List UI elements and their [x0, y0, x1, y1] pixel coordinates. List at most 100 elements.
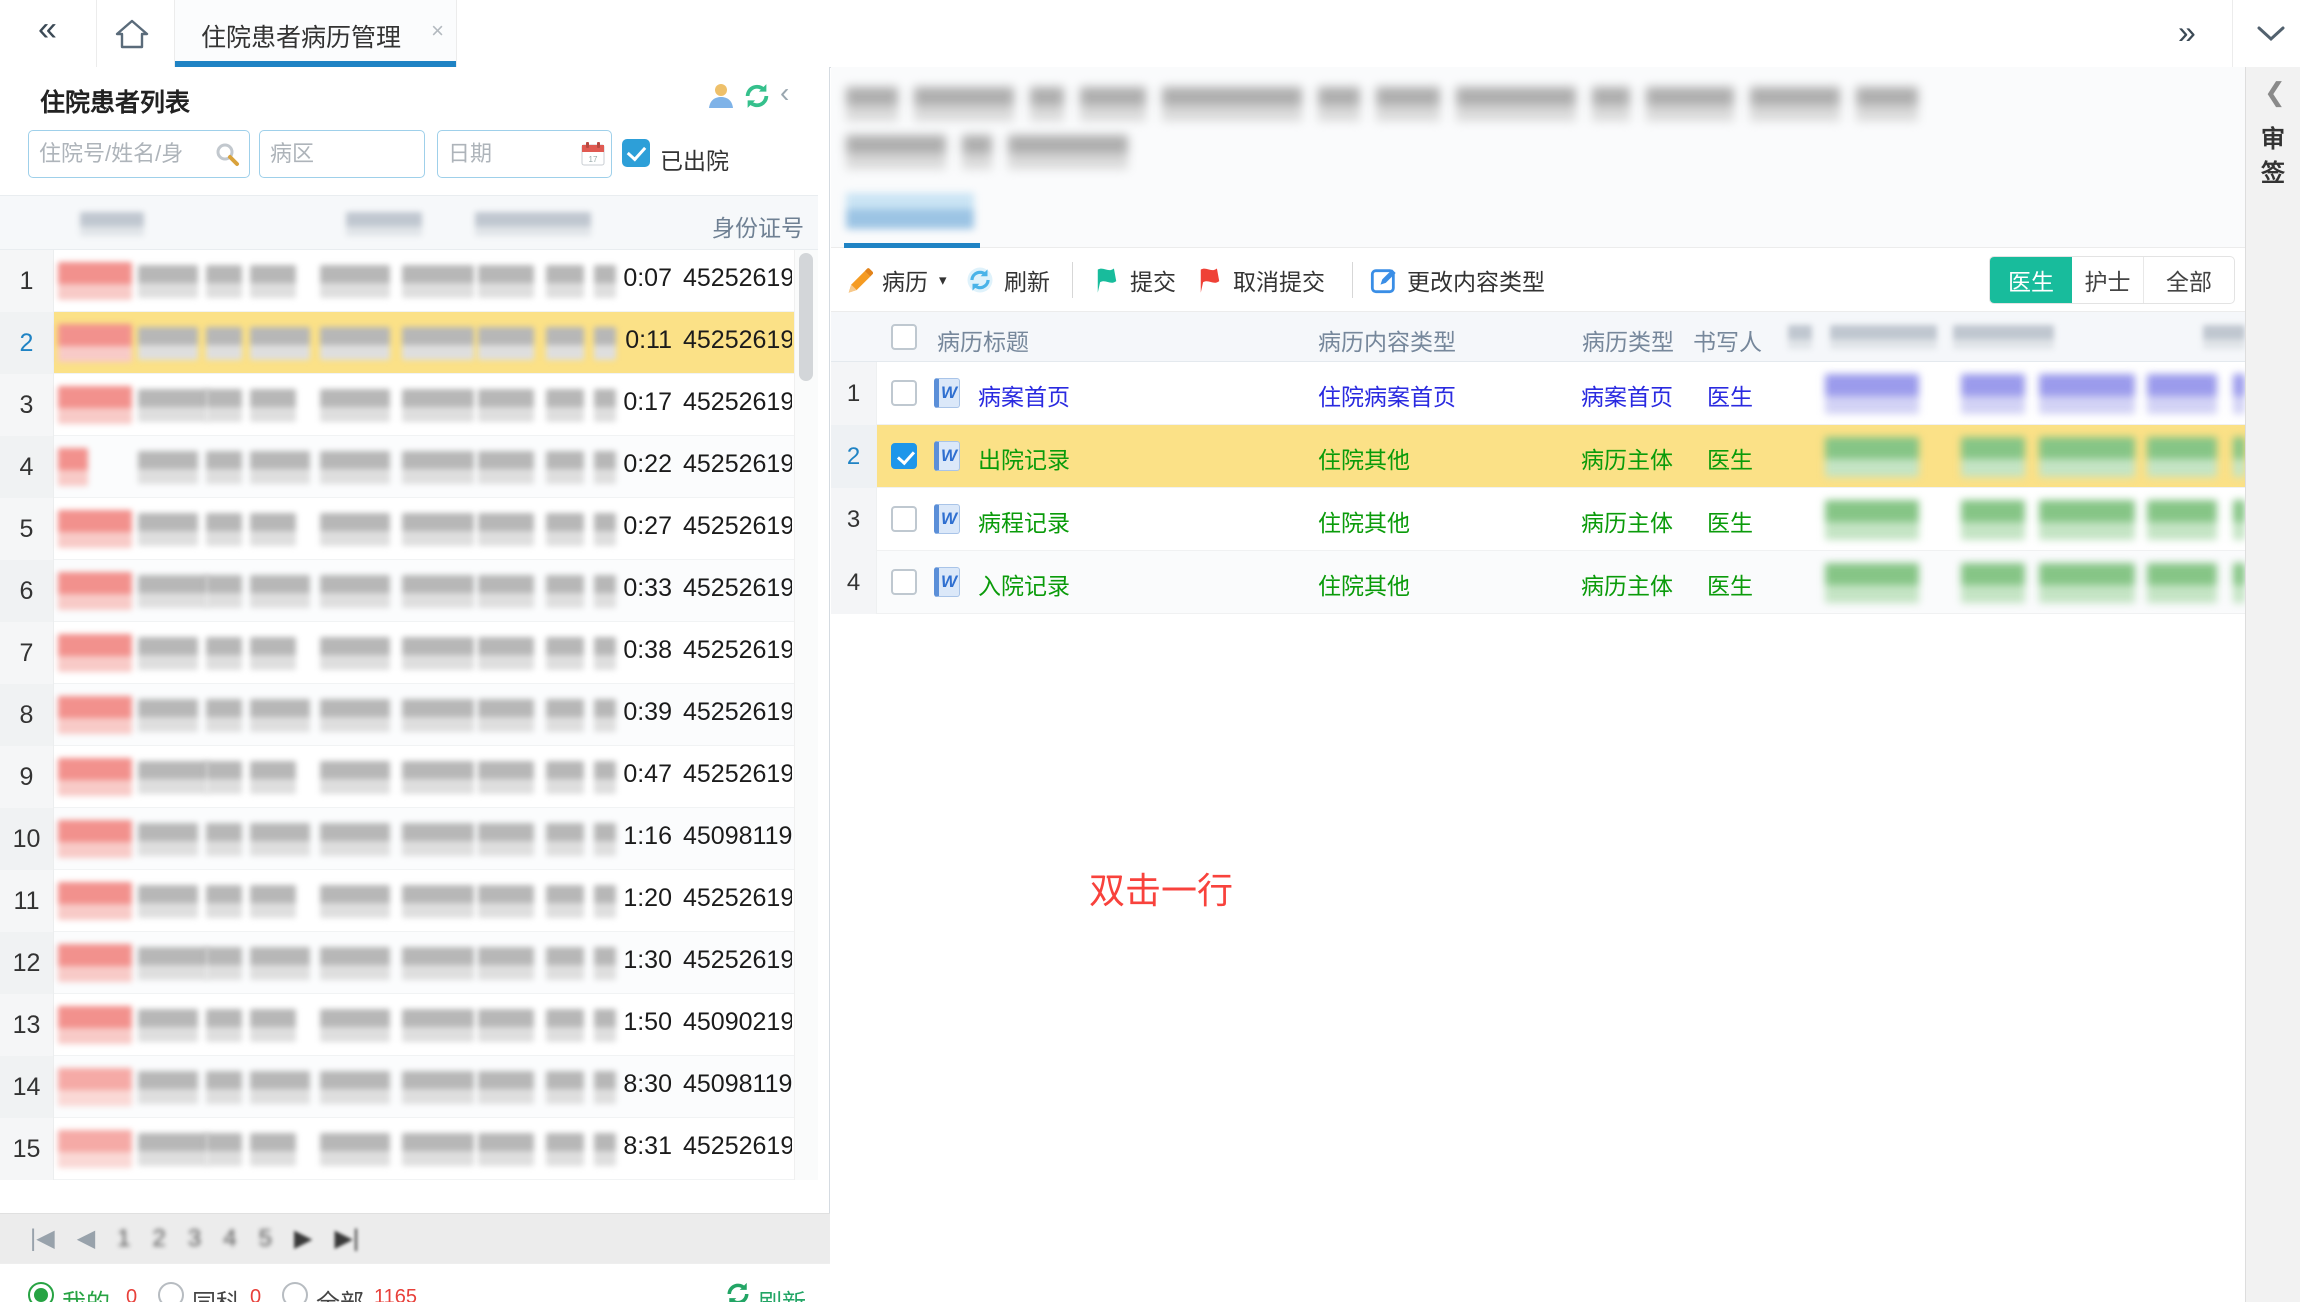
patient-row[interactable]: 4 0:22 45252619	[0, 436, 818, 498]
divider	[2232, 0, 2233, 67]
record-title-link[interactable]: 入院记录	[978, 567, 1070, 601]
more-tabs-icon[interactable]: »	[2178, 14, 2196, 51]
patient-row[interactable]: 7 0:38 45252619	[0, 622, 818, 684]
record-row[interactable]: 4 W 入院记录 住院其他 病历主体 医生	[831, 551, 2245, 614]
prev-page-icon[interactable]: ◀	[77, 1224, 95, 1253]
cancel-submit-button[interactable]: 取消提交	[1196, 248, 1325, 312]
patient-row[interactable]: 3 0:17 45252619	[0, 374, 818, 436]
record-title-link[interactable]: 出院记录	[978, 441, 1070, 475]
patient-data-redacted	[138, 823, 198, 856]
search-icon[interactable]	[214, 141, 240, 167]
record-row[interactable]: 2 W 出院记录 住院其他 病历主体 医生	[831, 425, 2245, 488]
refresh-label[interactable]: 刷新	[758, 1283, 806, 1302]
collapse-tabs-icon[interactable]: «	[38, 10, 57, 49]
patient-name-redacted	[58, 758, 132, 796]
record-dropdown-label: 病历	[882, 263, 928, 297]
user-icon[interactable]	[707, 81, 735, 109]
drawer-label-char: 审	[2261, 119, 2285, 154]
scrollbar-thumb[interactable]	[799, 253, 813, 381]
annotation-double-click-row: 双击一行	[1089, 862, 1233, 914]
filter-nurse-button[interactable]: 护士	[2072, 257, 2144, 303]
select-all-checkbox[interactable]	[891, 324, 917, 350]
patient-row[interactable]: 14 8:30 45098119	[0, 1056, 818, 1118]
patient-data-redacted	[206, 1071, 242, 1104]
expand-left-icon[interactable]: ❮	[2264, 77, 2286, 108]
filter-doctor-button[interactable]: 医生	[1990, 257, 2072, 303]
row-checkbox[interactable]	[891, 380, 917, 406]
last-page-icon[interactable]: ▶|	[334, 1224, 359, 1253]
id-number: 45252619	[683, 450, 792, 479]
radio-mine-label[interactable]: 我的	[62, 1283, 110, 1302]
row-number: 11	[0, 870, 54, 932]
patient-row[interactable]: 15 8:31 45252619	[0, 1118, 818, 1180]
discharge-time: 0:39	[600, 698, 672, 727]
discharge-date-redacted	[546, 1009, 584, 1042]
refresh-icon[interactable]	[724, 1280, 752, 1302]
id-number: 45252619	[683, 326, 792, 355]
refresh-icon[interactable]	[742, 81, 772, 111]
page-number[interactable]: 5	[259, 1225, 272, 1253]
patient-data-redacted	[206, 761, 242, 794]
chevron-down-icon[interactable]	[2255, 24, 2287, 44]
first-page-icon[interactable]: |◀	[30, 1224, 55, 1253]
patient-row[interactable]: 2 0:11 45252619	[0, 312, 818, 374]
patient-row[interactable]: 10 1:16 45098119	[0, 808, 818, 870]
radio-all[interactable]	[282, 1282, 308, 1302]
panel-collapse-icon[interactable]: ‹	[780, 77, 789, 109]
patient-list-scrollbar[interactable]	[794, 250, 818, 1180]
calendar-icon[interactable]: 17	[580, 141, 606, 167]
submit-button[interactable]: 提交	[1093, 248, 1176, 312]
row-checkbox[interactable]	[891, 569, 917, 595]
patient-row[interactable]: 12 1:30 45252619	[0, 932, 818, 994]
radio-all-label[interactable]: 全部	[316, 1283, 364, 1302]
page-number[interactable]: 1	[117, 1225, 130, 1253]
patient-row[interactable]: 8 0:39 45252619	[0, 684, 818, 746]
page-number[interactable]: 2	[153, 1225, 166, 1253]
record-row[interactable]: 1 W 病案首页 住院病案首页 病案首页 医生	[831, 362, 2245, 425]
patient-row[interactable]: 1 0:07 45252619	[0, 250, 818, 312]
patient-row[interactable]: 9 0:47 45252619	[0, 746, 818, 808]
page-number[interactable]: 3	[188, 1225, 201, 1253]
row-checkbox[interactable]	[891, 443, 917, 469]
discharge-date-redacted	[546, 1133, 584, 1166]
patient-data-redacted	[206, 885, 242, 918]
tab-patient-record-redacted[interactable]	[846, 193, 974, 229]
patient-row[interactable]: 5 0:27 45252619	[0, 498, 818, 560]
record-title-link[interactable]: 病程记录	[978, 504, 1070, 538]
tab-close-icon[interactable]: ×	[431, 18, 444, 44]
column-header-record-type: 病历类型	[1582, 323, 1674, 357]
radio-same-dept-label[interactable]: 同科	[192, 1283, 240, 1302]
record-title-link[interactable]: 病案首页	[978, 378, 1070, 412]
radio-same-dept[interactable]	[158, 1282, 184, 1302]
patient-row[interactable]: 11 1:20 45252619	[0, 870, 818, 932]
discharge-time: 1:16	[600, 822, 672, 851]
patient-row[interactable]: 6 0:33 45252619	[0, 560, 818, 622]
refresh-icon	[965, 265, 995, 295]
next-page-icon[interactable]: ▶	[294, 1224, 312, 1253]
record-dropdown-button[interactable]: 病历 ▾	[845, 248, 947, 312]
change-content-type-button[interactable]: 更改内容类型	[1370, 248, 1545, 312]
record-row[interactable]: 3 W 病程记录 住院其他 病历主体 医生	[831, 488, 2245, 551]
discharged-checkbox[interactable]	[622, 139, 650, 167]
patient-data-redacted	[250, 1009, 296, 1042]
review-sign-drawer-toggle[interactable]: ❮ 审 签	[2245, 67, 2300, 1302]
record-data-redacted	[2233, 563, 2245, 603]
patient-row[interactable]: 13 1:50 45090219	[0, 994, 818, 1056]
divider	[96, 0, 97, 67]
home-icon[interactable]	[114, 17, 150, 51]
column-header-redacted	[1830, 325, 1937, 349]
patient-name-redacted	[58, 324, 132, 362]
row-number: 9	[0, 746, 54, 808]
ward-input[interactable]	[259, 130, 425, 178]
refresh-button[interactable]: 刷新	[965, 248, 1050, 312]
discharge-date-redacted	[546, 1071, 584, 1104]
patient-data-redacted	[206, 265, 242, 298]
radio-mine[interactable]	[28, 1282, 54, 1302]
tab-inpatient-records[interactable]: 住院患者病历管理 ×	[174, 0, 457, 67]
patient-data-redacted	[138, 885, 198, 918]
page-number[interactable]: 4	[223, 1225, 236, 1253]
row-checkbox[interactable]	[891, 506, 917, 532]
filter-all-button[interactable]: 全部	[2144, 257, 2234, 303]
patient-name-redacted	[58, 448, 88, 486]
submit-flag-icon	[1093, 265, 1121, 295]
